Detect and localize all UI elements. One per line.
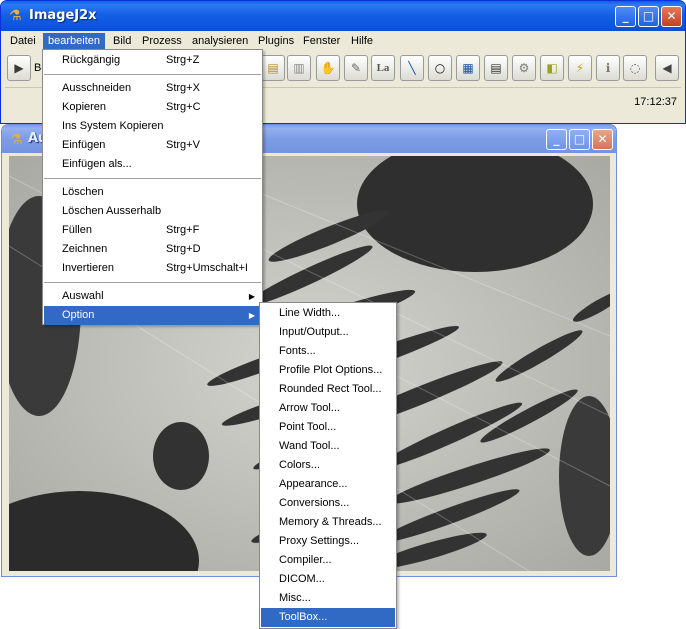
image-minimize-button[interactable]: _	[546, 129, 567, 150]
menu-item-loeschen[interactable]: Löschen	[44, 183, 261, 202]
submenu-arrow-icon: ▶	[248, 292, 255, 301]
page-tool-icon[interactable]: ▤	[484, 55, 508, 81]
close-button[interactable]: ✕	[661, 6, 682, 27]
microscope-icon: ⚗	[10, 132, 23, 148]
main-titlebar[interactable]: ⚗ ImageJ2x _ □ ✕	[1, 1, 685, 31]
image-close-button[interactable]: ✕	[592, 129, 613, 150]
submenu-item-dicom[interactable]: DICOM...	[261, 570, 395, 589]
toolbar-right-arrow-button[interactable]: ◀	[655, 55, 679, 81]
submenu-item-rounded-rect-tool[interactable]: Rounded Rect Tool...	[261, 380, 395, 399]
minimize-button[interactable]: _	[615, 6, 636, 27]
hand-tool-icon[interactable]: ✋	[316, 55, 340, 81]
submenu-item-fonts[interactable]: Fonts...	[261, 342, 395, 361]
submenu-item-appearance[interactable]: Appearance...	[261, 475, 395, 494]
submenu-item-toolbox[interactable]: ToolBox...	[261, 608, 395, 627]
submenu-item-wand-tool[interactable]: Wand Tool...	[261, 437, 395, 456]
menubar: Datei bearbeiten Bild Prozess analysiere…	[1, 31, 685, 51]
menu-item-kopieren[interactable]: Kopieren Strg+C	[44, 98, 261, 117]
status-time: 17:12:37	[634, 96, 677, 108]
dotted-circle-tool-icon[interactable]: ◌	[623, 55, 647, 81]
menu-item-option[interactable]: Option ▶	[44, 306, 261, 325]
menu-item-ausschneiden[interactable]: Ausschneiden Strg+X	[44, 79, 261, 98]
document-tool-icon[interactable]: ▦	[456, 55, 480, 81]
menu-hilfe[interactable]: Hilfe	[346, 33, 378, 51]
menu-separator	[44, 282, 261, 283]
microscope-icon: ⚗	[9, 8, 22, 24]
edit-menu: Rückgängig Strg+Z Ausschneiden Strg+X Kopi…	[42, 49, 263, 325]
menu-item-auswahl[interactable]: Auswahl ▶	[44, 287, 261, 306]
gear-tool-icon[interactable]: ⚙	[512, 55, 536, 81]
menu-item-invertieren[interactable]: Invertieren Strg+Umschalt+I	[44, 259, 261, 278]
submenu-item-input-output[interactable]: Input/Output...	[261, 323, 395, 342]
submenu-arrow-icon: ▶	[248, 311, 255, 320]
menu-fenster[interactable]: Fenster	[298, 33, 345, 51]
stack-tool-icon[interactable]: ◧	[540, 55, 564, 81]
submenu-item-conversions[interactable]: Conversions...	[261, 494, 395, 513]
menu-item-einfuegen[interactable]: Einfügen Strg+V	[44, 136, 261, 155]
submenu-item-proxy-settings[interactable]: Proxy Settings...	[261, 532, 395, 551]
menu-item-zeichnen[interactable]: Zeichnen Strg+D	[44, 240, 261, 259]
trash-tool-icon[interactable]: ▥	[287, 55, 311, 81]
submenu-item-misc[interactable]: Misc...	[261, 589, 395, 608]
main-window-title: ImageJ2x	[29, 8, 97, 23]
menu-item-loeschen-ausserhalb[interactable]: Löschen Ausserhalb	[44, 202, 261, 221]
submenu-item-colors[interactable]: Colors...	[261, 456, 395, 475]
menu-separator	[44, 74, 261, 75]
toolbar-left-arrow-button[interactable]: ▶	[7, 55, 31, 81]
line-tool-icon[interactable]: ╲	[400, 55, 424, 81]
lightning-tool-icon[interactable]: ⚡	[568, 55, 592, 81]
menu-datei[interactable]: Datei	[5, 33, 41, 51]
submenu-item-point-tool[interactable]: Point Tool...	[261, 418, 395, 437]
submenu-item-line-width[interactable]: Line Width...	[261, 304, 395, 323]
menu-separator	[44, 178, 261, 179]
oval-tool-icon[interactable]: ○	[428, 55, 452, 81]
menu-item-fuellen[interactable]: Füllen Strg+F	[44, 221, 261, 240]
submenu-item-memory-threads[interactable]: Memory & Threads...	[261, 513, 395, 532]
menu-item-rueckgaengig[interactable]: Rückgängig Strg+Z	[44, 51, 261, 70]
text-tool-icon[interactable]: La	[371, 55, 395, 81]
menu-item-einfuegen-als[interactable]: Einfügen als...	[44, 155, 261, 174]
submenu-item-compiler[interactable]: Compiler...	[261, 551, 395, 570]
submenu-item-profile-plot-options[interactable]: Profile Plot Options...	[261, 361, 395, 380]
menu-item-ins-system-kopieren[interactable]: Ins System Kopieren	[44, 117, 261, 136]
pencil-tool-icon[interactable]: ✎	[344, 55, 368, 81]
maximize-button[interactable]: □	[638, 6, 659, 27]
image-maximize-button[interactable]: □	[569, 129, 590, 150]
submenu-item-arrow-tool[interactable]: Arrow Tool...	[261, 399, 395, 418]
option-submenu: Line Width... Input/Output... Fonts... P…	[259, 302, 397, 629]
paste-tool-icon[interactable]: ▤	[261, 55, 285, 81]
info-tool-icon[interactable]: ℹ	[596, 55, 620, 81]
